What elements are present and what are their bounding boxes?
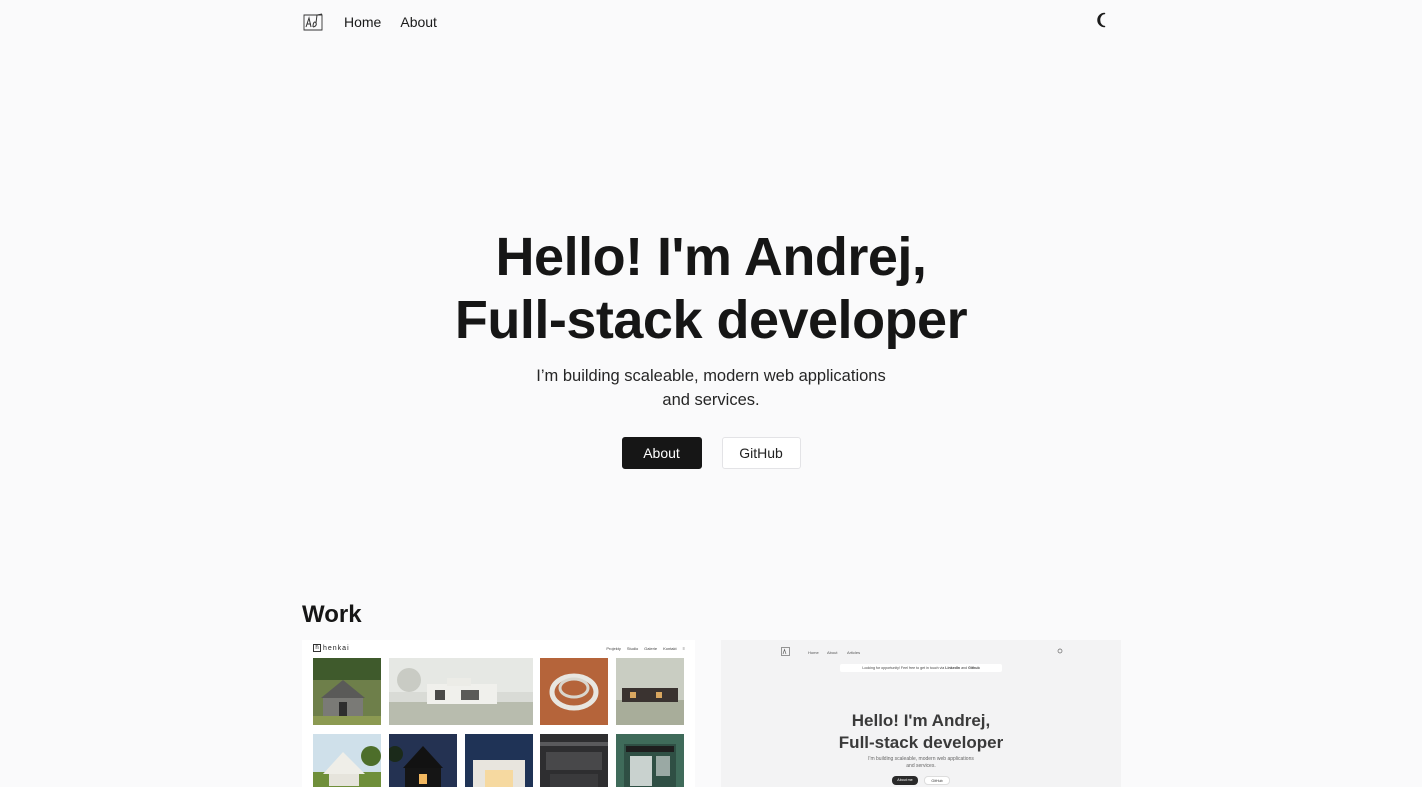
preview-nav: Home About Articles xyxy=(781,648,1063,656)
preview-photo-night-house xyxy=(389,734,457,787)
preview-logo: h henkai xyxy=(313,644,350,652)
preview-subtitle-line-2: and services. xyxy=(906,763,936,769)
work-section-title: Work xyxy=(302,601,362,628)
nav-link-about[interactable]: About xyxy=(400,14,437,30)
preview-banner-text: Looking for opportunity! Feel free to ge… xyxy=(862,666,945,670)
hero-title-line-1: Hello! I'm Andrej, xyxy=(495,227,927,287)
hero-subtitle-line-1: I’m building scaleable, modern web appli… xyxy=(536,367,886,385)
preview-photo-interior xyxy=(540,734,608,787)
preview-link: About xyxy=(827,650,838,655)
hero-title: Hello! I'm Andrej, Full-stack developer xyxy=(0,226,1422,352)
preview-photo-aerial xyxy=(540,658,608,725)
about-button[interactable]: About xyxy=(621,437,702,469)
project-card-portfolio[interactable]: Home About Articles Looking for opportun… xyxy=(721,640,1121,787)
preview-brand: henkai xyxy=(323,644,350,652)
preview-banner-link-github: Github xyxy=(968,666,980,670)
hero-section: Hello! I'm Andrej, Full-stack developer … xyxy=(0,226,1422,469)
project-card-henkai[interactable]: h henkai Projekty Studio Galerie Kontakt… xyxy=(302,640,695,787)
preview-photo-lodge xyxy=(616,658,684,725)
preview-nav: h henkai Projekty Studio Galerie Kontakt… xyxy=(313,642,685,654)
preview-link: Home xyxy=(808,650,819,655)
nav-link-home[interactable]: Home xyxy=(344,14,381,30)
preview-link: Galerie xyxy=(644,645,658,651)
preview-subtitle-line-1: I'm building scaleable, modern web appli… xyxy=(868,756,974,762)
preview-link: Studio xyxy=(626,645,639,651)
preview-buttons: About me GitHub xyxy=(721,776,1121,785)
preview-photo-house xyxy=(389,658,533,725)
preview-banner-link-linkedin: LinkedIn xyxy=(945,666,961,670)
preview-subtitle: I'm building scaleable, modern web appli… xyxy=(721,756,1121,770)
page: Home About Hello! I'm Andrej, Full-stack… xyxy=(0,0,1422,787)
preview-links: Projekty Studio Galerie Kontakt ≡ xyxy=(606,646,685,651)
preview-title: Hello! I'm Andrej, Full-stack developer xyxy=(721,710,1121,754)
preview-photo-modern-house xyxy=(465,734,533,787)
hero-subtitle: I’m building scaleable, modern web appli… xyxy=(521,364,901,412)
top-nav: Home About xyxy=(302,0,1112,44)
preview-about-button: About me xyxy=(892,776,918,785)
preview-banner: Looking for opportunity! Feel free to ge… xyxy=(840,664,1002,672)
preview-banner-and: and xyxy=(961,666,968,670)
theme-toggle-button[interactable] xyxy=(1092,12,1112,32)
moon-icon xyxy=(1094,12,1110,33)
preview-title-line-2: Full-stack developer xyxy=(838,733,1004,752)
preview-photo-barn xyxy=(313,658,381,725)
preview-link: Articles xyxy=(847,650,861,655)
preview-theme-icon xyxy=(1057,648,1063,655)
preview-github-button: GitHub xyxy=(924,776,950,785)
signature-logo-icon[interactable] xyxy=(302,11,324,33)
preview-photo-storefront xyxy=(616,734,684,787)
preview-link: Projekty xyxy=(606,645,621,651)
hero-title-line-2: Full-stack developer xyxy=(454,290,968,350)
preview-title-line-1: Hello! I'm Andrej, xyxy=(851,711,991,730)
hero-buttons: About GitHub xyxy=(0,437,1422,469)
preview-logo-mark: h xyxy=(313,644,321,652)
preview-menu-icon: ≡ xyxy=(682,645,685,651)
hero-subtitle-line-2: and services. xyxy=(662,391,760,409)
github-button[interactable]: GitHub xyxy=(721,437,801,469)
preview-photo-cottage xyxy=(313,734,381,787)
preview-link: Kontakt xyxy=(663,645,677,651)
